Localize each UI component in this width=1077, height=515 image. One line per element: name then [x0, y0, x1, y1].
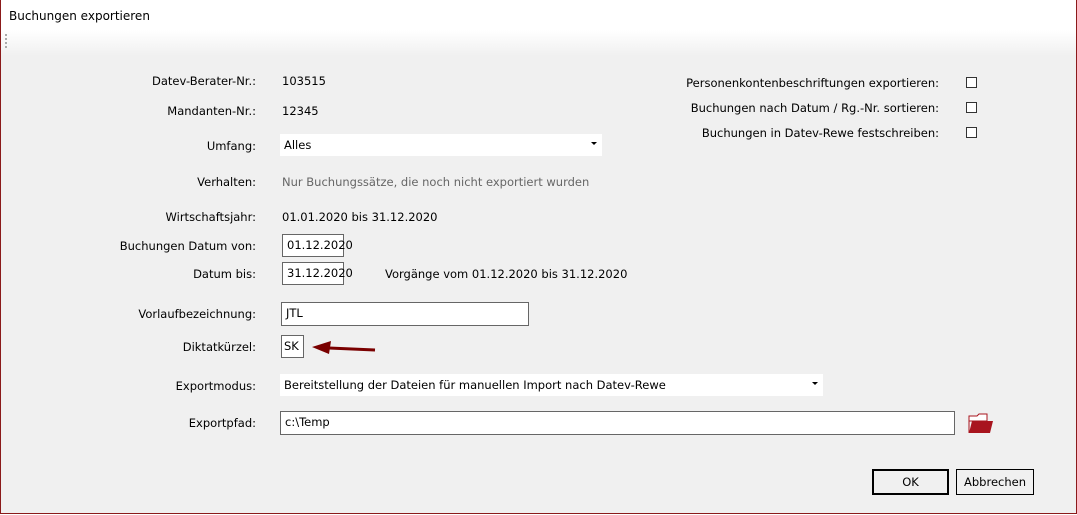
date-to-input[interactable]: 31.12.2020 [282, 262, 353, 285]
pfad-label: Exportpfad: [188, 416, 256, 430]
toolbar [1, 30, 1076, 56]
option-label: Personenkontenbeschriftungen exportieren… [686, 76, 939, 90]
modus-value: Bereitstellung der Dateien für manuellen… [284, 378, 666, 392]
vorgaenge-text: Vorgänge vom 01.12.2020 bis 31.12.2020 [385, 267, 628, 281]
vorlauf-label: Vorlaufbezeichnung: [138, 307, 256, 321]
diktat-label: Diktatkürzel: [182, 340, 256, 354]
verhalten-label: Verhalten: [197, 175, 256, 189]
dialog-window: Buchungen exportieren Datev-Berater-Nr.:… [0, 0, 1077, 514]
option-checkbox-personenkonten[interactable] [966, 77, 977, 88]
cancel-button[interactable]: Abbrechen [956, 469, 1034, 495]
umfang-value: Alles [284, 138, 312, 152]
modus-label: Exportmodus: [175, 379, 256, 393]
option-checkbox-sortieren[interactable] [966, 102, 977, 113]
chevron-down-icon [812, 382, 818, 385]
bis-label: Datum bis: [193, 267, 256, 281]
vorlauf-input[interactable]: JTL [281, 302, 529, 326]
arrow-annotation-icon [312, 341, 376, 354]
exportpfad-input[interactable]: c:\Temp [280, 411, 955, 435]
option-label: Buchungen nach Datum / Rg.-Nr. sortieren… [690, 101, 939, 115]
dialog-title: Buchungen exportieren [9, 9, 150, 23]
option-label: Buchungen in Datev-Rewe festschreiben: [701, 126, 939, 140]
wj-label: Wirtschaftsjahr: [165, 210, 256, 224]
von-label: Buchungen Datum von: [119, 239, 256, 253]
title-bar: Buchungen exportieren [1, 0, 1076, 32]
verhalten-value: Nur Buchungssätze, die noch nicht export… [282, 175, 590, 189]
option-checkbox-festschreiben[interactable] [966, 127, 977, 138]
ok-button[interactable]: OK [872, 469, 949, 495]
chevron-down-icon [591, 142, 597, 145]
diktat-input[interactable]: SK [281, 335, 304, 358]
folder-open-icon[interactable] [968, 413, 994, 435]
date-from-input[interactable]: 01.12.2020 [282, 234, 353, 257]
exportmodus-select[interactable]: Bereitstellung der Dateien für manuellen… [280, 374, 823, 396]
wj-value: 01.01.2020 bis 31.12.2020 [282, 210, 438, 224]
umfang-label: Umfang: [206, 139, 256, 153]
toolbar-grip[interactable] [5, 34, 9, 48]
